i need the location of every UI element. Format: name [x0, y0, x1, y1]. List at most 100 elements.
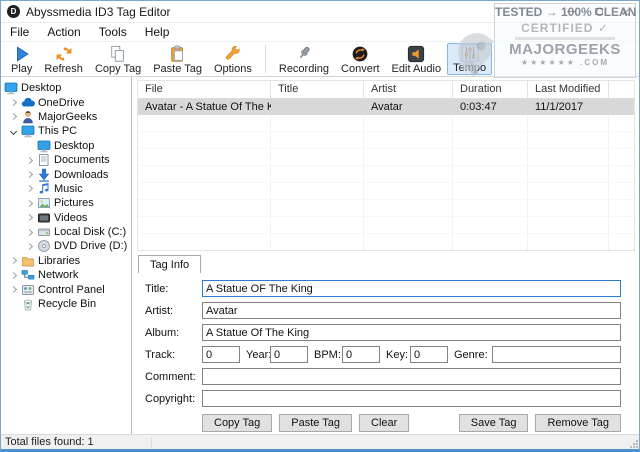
chevron-right-icon[interactable]: [21, 185, 37, 193]
tree-item-label: This PC: [38, 125, 78, 138]
picture-icon: [37, 196, 51, 210]
toolbar-button-recording[interactable]: Recording: [273, 43, 335, 75]
toolbar-button-options[interactable]: Options: [208, 43, 258, 75]
right-pane: File Title Artist Duration Last Modified Ava…: [132, 77, 639, 434]
track-field[interactable]: [202, 346, 240, 363]
menu-item-tools[interactable]: Tools: [90, 25, 136, 39]
empty-cell: [453, 183, 528, 199]
remove-tag-button[interactable]: Remove Tag: [535, 414, 621, 432]
clear-button[interactable]: Clear: [359, 414, 410, 432]
status-text: Total files found: 1: [5, 436, 94, 448]
tree-item-documents[interactable]: Documents: [1, 153, 131, 167]
empty-cell: [271, 166, 364, 182]
album-field[interactable]: [202, 324, 621, 341]
chevron-right-icon[interactable]: [5, 113, 21, 121]
column-header-filler: [609, 81, 634, 98]
chevron-right-icon[interactable]: [21, 228, 37, 236]
empty-cell: [528, 166, 609, 182]
tree-item-this-pc[interactable]: This PC: [1, 124, 131, 138]
tree-item-network[interactable]: Network: [1, 268, 131, 282]
chevron-right-icon[interactable]: [21, 199, 37, 207]
close-button[interactable]: ×: [612, 1, 639, 22]
resize-grip[interactable]: [630, 440, 638, 448]
minimize-button[interactable]: [558, 1, 585, 22]
bpm-field[interactable]: [342, 346, 380, 363]
tree-item-control-panel[interactable]: Control Panel: [1, 282, 131, 296]
copy-icon: [109, 45, 127, 63]
tree-item-label: OneDrive: [38, 96, 85, 109]
file-row[interactable]: Avatar - A Statue Of The King.... Avatar 0…: [138, 99, 634, 115]
network-icon: [21, 268, 35, 282]
save-tag-button[interactable]: Save Tag: [458, 414, 529, 432]
tree-item-libraries[interactable]: Libraries: [1, 254, 131, 268]
tree-item-pictures[interactable]: Pictures: [1, 196, 131, 210]
toolbar-button-label: Options: [213, 62, 252, 75]
column-header-last-modified[interactable]: Last Modified: [528, 81, 609, 98]
hard-disk-icon: [37, 225, 51, 239]
toolbar-button-convert[interactable]: Convert: [335, 43, 386, 75]
copyright-field[interactable]: [202, 390, 621, 407]
file-list: File Title Artist Duration Last Modified Ava…: [137, 80, 635, 251]
tree-item-local-disk-c-[interactable]: Local Disk (C:): [1, 225, 131, 239]
empty-cell: [138, 132, 271, 148]
chevron-right-icon[interactable]: [21, 156, 37, 164]
tab-tag-info[interactable]: Tag Info: [138, 255, 202, 274]
toolbar-button-edit-audio[interactable]: Edit Audio: [386, 43, 448, 75]
maximize-icon: [594, 8, 603, 15]
tree-item-majorgeeks[interactable]: MajorGeeks: [1, 110, 131, 124]
empty-cell: [271, 217, 364, 233]
tree-item-music[interactable]: Music: [1, 182, 131, 196]
title-field[interactable]: [202, 280, 621, 297]
window-controls: ×: [558, 1, 639, 22]
tree-item-recycle-bin[interactable]: Recycle Bin: [1, 297, 131, 311]
toolbar-button-play[interactable]: Play: [5, 43, 38, 75]
chevron-right-icon[interactable]: [5, 286, 21, 294]
paste-icon: [169, 45, 187, 63]
empty-row: [138, 200, 634, 217]
menu-item-help[interactable]: Help: [136, 25, 179, 39]
tree-item-downloads[interactable]: Downloads: [1, 167, 131, 182]
empty-row: [138, 166, 634, 183]
tree-item-desktop[interactable]: Desktop: [1, 139, 131, 153]
copy-tag-button[interactable]: Copy Tag: [202, 414, 273, 432]
paste-tag-button[interactable]: Paste Tag: [279, 414, 353, 432]
toolbar-button-label: Recording: [278, 62, 330, 75]
genre-field[interactable]: [492, 346, 621, 363]
copyright-label: Copyright:: [145, 392, 196, 405]
column-header-artist[interactable]: Artist: [364, 81, 453, 98]
tree-item-label: Music: [54, 182, 83, 195]
menu-item-action[interactable]: Action: [38, 25, 89, 39]
column-header-file[interactable]: File: [138, 81, 271, 98]
tree-item-desktop[interactable]: Desktop: [1, 81, 131, 95]
toolbar-button-refresh[interactable]: Refresh: [38, 43, 89, 75]
artist-field[interactable]: [202, 302, 621, 319]
chevron-down-icon[interactable]: [5, 127, 21, 135]
empty-cell: [138, 149, 271, 165]
maximize-button[interactable]: [585, 1, 612, 22]
key-field[interactable]: [410, 346, 448, 363]
column-header-title[interactable]: Title: [271, 81, 364, 98]
toolbar-button-tempo[interactable]: Tempo: [447, 43, 493, 75]
options-icon: [224, 45, 242, 63]
chevron-right-icon[interactable]: [5, 271, 21, 279]
chevron-right-icon[interactable]: [21, 170, 37, 179]
toolbar-button-paste-tag[interactable]: Paste Tag: [147, 43, 208, 75]
empty-cell: [453, 166, 528, 182]
tree-item-onedrive[interactable]: OneDrive: [1, 95, 131, 109]
chevron-right-icon[interactable]: [21, 214, 37, 222]
toolbar-button-label: Convert: [341, 62, 380, 75]
document-icon: [37, 153, 51, 167]
tree-item-videos[interactable]: Videos: [1, 211, 131, 225]
chevron-right-icon[interactable]: [5, 257, 21, 265]
play-icon: [13, 45, 31, 63]
toolbar-button-copy-tag[interactable]: Copy Tag: [89, 43, 147, 75]
chevron-right-icon[interactable]: [5, 99, 21, 107]
title-bar: D Abyssmedia ID3 Tag Editor ×: [1, 1, 639, 23]
close-icon: ×: [621, 3, 630, 20]
comment-field[interactable]: [202, 368, 621, 385]
menu-item-file[interactable]: File: [1, 25, 38, 39]
tree-item-dvd-drive-d-[interactable]: DVD Drive (D:): [1, 239, 131, 253]
chevron-right-icon[interactable]: [21, 242, 37, 251]
year-field[interactable]: [270, 346, 308, 363]
column-header-duration[interactable]: Duration: [453, 81, 528, 98]
